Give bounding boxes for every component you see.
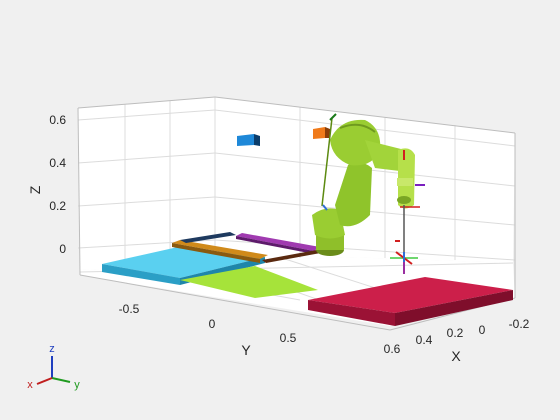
y-axis-label: Y [241,342,251,358]
z-tick: 0 [59,242,66,256]
y-tick: -0.5 [119,302,140,316]
z-tick: 0.2 [49,199,66,213]
x-tick: 0 [479,323,486,337]
z-tick: 0.4 [49,156,66,170]
box-blue[interactable] [237,134,260,146]
x-tick: 0.4 [416,333,433,347]
y-tick: 0 [209,317,216,331]
x-axis-label: X [451,348,461,364]
x-tick: 0.2 [447,326,464,340]
x-tick: -0.2 [509,317,530,331]
z-axis-label: Z [27,185,43,194]
axes-triad: z y x [27,343,80,391]
y-tick: 0.5 [280,331,297,345]
3d-axes-figure[interactable]: 0.6 0.4 0.2 0 Z -0.5 0 0.5 Y 0.6 0.4 0.2… [0,0,560,420]
box-orange[interactable] [313,127,330,139]
triad-x-label: x [27,379,33,391]
triad-y-label: y [74,379,80,391]
z-tick: 0.6 [49,113,66,127]
z-tick-labels: 0.6 0.4 0.2 0 [49,113,66,256]
triad-z-label: z [49,343,55,355]
x-tick: 0.6 [384,342,401,356]
